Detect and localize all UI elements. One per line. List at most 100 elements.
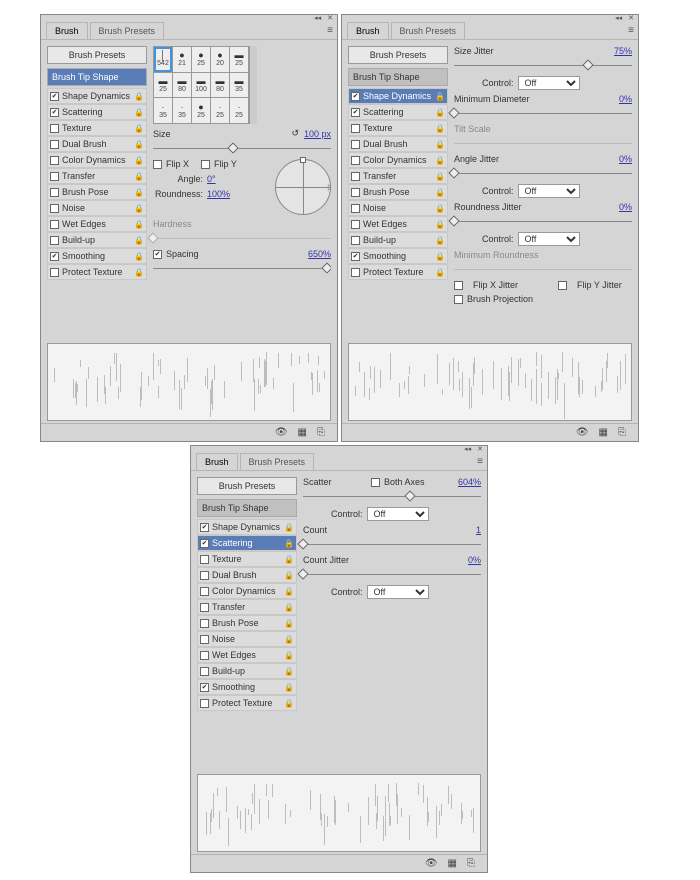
preset-grid-icon[interactable]: ▦ <box>599 427 608 438</box>
brush-swatch[interactable]: ●25 <box>192 98 210 123</box>
option-checkbox[interactable] <box>200 555 209 564</box>
collapse-icon[interactable]: ◂◂ <box>615 15 622 22</box>
option-noise[interactable]: Noise🔒 <box>348 200 448 216</box>
lock-icon[interactable]: 🔒 <box>284 651 294 660</box>
flip-y-checkbox[interactable] <box>201 160 210 169</box>
roundness-jitter-control[interactable]: Off <box>518 232 580 246</box>
brush-swatch[interactable]: ●25 <box>192 47 210 72</box>
angle-jitter-control[interactable]: Off <box>518 184 580 198</box>
option-protect-texture[interactable]: Protect Texture🔒 <box>348 264 448 280</box>
toggle-preview-icon[interactable]: 👁 <box>576 427 589 438</box>
count-jitter-value[interactable]: 0% <box>453 555 481 565</box>
close-icon[interactable]: ✕ <box>327 15 333 22</box>
tab-brush-presets[interactable]: Brush Presets <box>90 22 165 39</box>
lock-icon[interactable]: 🔒 <box>435 92 445 101</box>
option-checkbox[interactable] <box>351 236 360 245</box>
brush-swatch[interactable]: ·25 <box>211 98 229 123</box>
min-diameter-slider[interactable] <box>454 109 632 119</box>
option-build-up[interactable]: Build-up🔒 <box>197 663 297 679</box>
lock-icon[interactable]: 🔒 <box>134 220 144 229</box>
flip-x-checkbox[interactable] <box>153 160 162 169</box>
option-checkbox[interactable] <box>200 699 209 708</box>
spacing-value[interactable]: 650% <box>303 249 331 259</box>
option-noise[interactable]: Noise🔒 <box>47 200 147 216</box>
count-jitter-control[interactable]: Off <box>367 585 429 599</box>
lock-icon[interactable]: 🔒 <box>284 667 294 676</box>
size-value[interactable]: 100 px <box>303 129 331 139</box>
option-checkbox[interactable] <box>50 172 59 181</box>
lock-icon[interactable]: 🔒 <box>435 236 445 245</box>
option-checkbox[interactable] <box>351 220 360 229</box>
lock-icon[interactable]: 🔒 <box>134 140 144 149</box>
brush-tip-shape[interactable]: Brush Tip Shape <box>197 499 297 517</box>
lock-icon[interactable]: 🔒 <box>134 124 144 133</box>
option-transfer[interactable]: Transfer🔒 <box>197 599 297 615</box>
spacing-slider[interactable] <box>153 264 331 274</box>
tab-brush-presets[interactable]: Brush Presets <box>240 453 315 470</box>
option-checkbox[interactable] <box>200 571 209 580</box>
lock-icon[interactable]: 🔒 <box>134 92 144 101</box>
option-protect-texture[interactable]: Protect Texture🔒 <box>197 695 297 711</box>
spacing-checkbox[interactable] <box>153 250 162 259</box>
lock-icon[interactable]: 🔒 <box>284 523 294 532</box>
brush-swatch[interactable]: ·35 <box>173 98 191 123</box>
brush-swatch[interactable]: ▬25 <box>230 47 248 72</box>
lock-icon[interactable]: 🔒 <box>435 220 445 229</box>
flip-x-jitter-checkbox[interactable] <box>454 281 463 290</box>
option-wet-edges[interactable]: Wet Edges🔒 <box>197 647 297 663</box>
lock-icon[interactable]: 🔒 <box>435 124 445 133</box>
lock-icon[interactable]: 🔒 <box>134 172 144 181</box>
option-checkbox[interactable] <box>200 635 209 644</box>
lock-icon[interactable]: 🔒 <box>435 204 445 213</box>
preset-grid-icon[interactable]: ▦ <box>448 858 457 869</box>
tab-brush[interactable]: Brush <box>347 22 389 39</box>
roundness-value[interactable]: 100% <box>207 189 235 199</box>
angle-jitter-slider[interactable] <box>454 169 632 179</box>
option-checkbox[interactable] <box>50 188 59 197</box>
option-checkbox[interactable] <box>50 156 59 165</box>
close-icon[interactable]: ✕ <box>628 15 634 22</box>
size-jitter-slider[interactable] <box>454 61 632 71</box>
tab-brush-presets[interactable]: Brush Presets <box>391 22 466 39</box>
option-scattering[interactable]: Scattering🔒 <box>348 104 448 120</box>
lock-icon[interactable]: 🔒 <box>284 571 294 580</box>
swatch-scrollbar[interactable] <box>249 46 257 124</box>
size-jitter-value[interactable]: 75% <box>604 46 632 56</box>
brush-swatch[interactable]: ▬35 <box>230 73 248 98</box>
lock-icon[interactable]: 🔒 <box>435 268 445 277</box>
option-checkbox[interactable] <box>200 603 209 612</box>
option-checkbox[interactable] <box>351 92 360 101</box>
brush-swatch[interactable]: ●21 <box>173 47 191 72</box>
lock-icon[interactable]: 🔒 <box>284 603 294 612</box>
option-checkbox[interactable] <box>50 252 59 261</box>
size-reset-icon[interactable]: ↺ <box>291 128 299 139</box>
option-checkbox[interactable] <box>50 108 59 117</box>
lock-icon[interactable]: 🔒 <box>284 683 294 692</box>
option-protect-texture[interactable]: Protect Texture🔒 <box>47 264 147 280</box>
close-icon[interactable]: ✕ <box>477 446 483 453</box>
size-slider[interactable] <box>153 144 331 154</box>
lock-icon[interactable]: 🔒 <box>435 156 445 165</box>
brush-swatch-grid[interactable]: │542●21●25●20▬25▬25▬80▬100▬80▬35·35·35●2… <box>153 46 249 124</box>
tab-brush[interactable]: Brush <box>46 22 88 39</box>
option-color-dynamics[interactable]: Color Dynamics🔒 <box>348 152 448 168</box>
option-checkbox[interactable] <box>50 124 59 133</box>
size-jitter-control[interactable]: Off <box>518 76 580 90</box>
option-checkbox[interactable] <box>50 268 59 277</box>
lock-icon[interactable]: 🔒 <box>284 539 294 548</box>
both-axes-checkbox[interactable] <box>371 478 380 487</box>
brush-swatch[interactable]: ▬100 <box>192 73 210 98</box>
option-color-dynamics[interactable]: Color Dynamics🔒 <box>47 152 147 168</box>
option-checkbox[interactable] <box>351 124 360 133</box>
angle-control[interactable]: ▷ <box>275 159 331 215</box>
scatter-value[interactable]: 604% <box>453 477 481 487</box>
option-checkbox[interactable] <box>351 268 360 277</box>
lock-icon[interactable]: 🔒 <box>134 252 144 261</box>
option-checkbox[interactable] <box>50 220 59 229</box>
option-smoothing[interactable]: Smoothing🔒 <box>47 248 147 264</box>
count-value[interactable]: 1 <box>453 525 481 535</box>
angle-jitter-value[interactable]: 0% <box>604 154 632 164</box>
brush-swatch[interactable]: ·35 <box>154 98 172 123</box>
option-noise[interactable]: Noise🔒 <box>197 631 297 647</box>
option-checkbox[interactable] <box>351 156 360 165</box>
